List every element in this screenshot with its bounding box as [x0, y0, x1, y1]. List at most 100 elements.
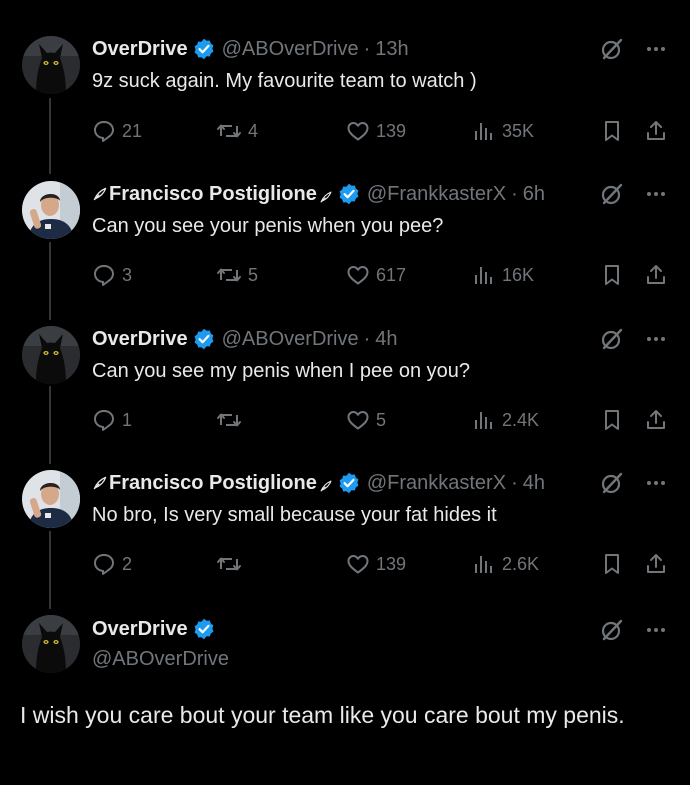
- share-button[interactable]: [644, 405, 668, 435]
- grok-icon[interactable]: [600, 327, 624, 351]
- bookmark-icon: [600, 119, 624, 143]
- like-icon: [346, 119, 370, 143]
- like-icon: [346, 263, 370, 287]
- retweet-icon: [216, 263, 242, 287]
- handle[interactable]: @FrankkasterX: [367, 472, 506, 495]
- share-icon: [644, 552, 668, 576]
- tweet-header: Francisco Postiglione @FrankkasterX · 4h: [92, 470, 545, 496]
- display-name[interactable]: OverDrive: [92, 618, 188, 641]
- views-button[interactable]: 2.6K: [472, 549, 539, 579]
- tweet[interactable]: OverDrive @ABOverDrive · 4h Can you see …: [0, 326, 690, 456]
- tweet[interactable]: OverDrive @ABOverDrive · 13h 9z suck aga…: [0, 36, 690, 166]
- grok-icon[interactable]: [600, 618, 624, 642]
- timestamp[interactable]: 4h: [523, 472, 545, 495]
- display-name[interactable]: OverDrive: [92, 38, 188, 61]
- avatar[interactable]: [22, 615, 80, 673]
- views-icon: [472, 408, 496, 432]
- avatar[interactable]: [22, 470, 80, 528]
- separator-dot: ·: [363, 37, 371, 60]
- tweet-top-icons: [600, 326, 668, 352]
- focused-tweet[interactable]: OverDrive @ABOverDrive I wish you care b…: [0, 615, 690, 785]
- separator-dot: ·: [363, 327, 371, 350]
- tweet-top-icons: [600, 36, 668, 62]
- tweet[interactable]: Francisco Postiglione @FrankkasterX · 4h…: [0, 470, 690, 600]
- grok-icon[interactable]: [600, 182, 624, 206]
- share-button[interactable]: [644, 260, 668, 290]
- bookmark-button[interactable]: [600, 549, 624, 579]
- bookmark-icon: [600, 552, 624, 576]
- separator-dot: ·: [511, 471, 518, 494]
- reply-button[interactable]: 21: [92, 116, 142, 146]
- like-count: 5: [376, 409, 387, 430]
- timestamp[interactable]: 13h: [375, 38, 408, 61]
- feather-emoji-icon: [92, 186, 108, 202]
- reply-button[interactable]: 1: [92, 405, 132, 435]
- share-icon: [644, 119, 668, 143]
- display-name[interactable]: Francisco Postiglione: [109, 183, 317, 206]
- views-count: 2.4K: [502, 409, 540, 430]
- views-button[interactable]: 35K: [472, 116, 534, 146]
- reply-icon: [92, 552, 116, 576]
- tweet-top-icons: [600, 181, 668, 207]
- bookmark-button[interactable]: [600, 260, 624, 290]
- reply-icon: [92, 119, 116, 143]
- person-avatar-image: [22, 470, 80, 528]
- more-icon[interactable]: [644, 182, 668, 206]
- timestamp[interactable]: 4h: [375, 328, 397, 351]
- tweet-text: Can you see your penis when you pee?: [92, 215, 444, 237]
- retweet-button[interactable]: 4: [216, 116, 258, 146]
- verified-badge-icon: [193, 618, 215, 640]
- retweet-icon: [216, 119, 242, 143]
- like-icon: [346, 408, 370, 432]
- share-icon: [644, 263, 668, 287]
- reply-button[interactable]: 3: [92, 260, 132, 290]
- timestamp[interactable]: 6h: [523, 183, 545, 206]
- views-icon: [472, 263, 496, 287]
- more-icon[interactable]: [644, 327, 668, 351]
- reply-count: 3: [122, 264, 133, 285]
- tweet[interactable]: Francisco Postiglione @FrankkasterX · 6h…: [0, 181, 690, 311]
- like-button[interactable]: 5: [346, 405, 386, 435]
- handle[interactable]: @ABOverDrive: [92, 648, 229, 671]
- verified-badge-icon: [193, 38, 215, 60]
- reply-button[interactable]: 2: [92, 549, 132, 579]
- conversation-thread: OverDrive @ABOverDrive · 13h 9z suck aga…: [0, 0, 690, 785]
- bookmark-button[interactable]: [600, 405, 624, 435]
- verified-badge-icon: [338, 472, 360, 494]
- like-button[interactable]: 139: [346, 549, 406, 579]
- grok-icon[interactable]: [600, 37, 624, 61]
- more-icon[interactable]: [644, 618, 668, 642]
- retweet-button[interactable]: [216, 405, 248, 435]
- share-button[interactable]: [644, 116, 668, 146]
- handle[interactable]: @FrankkasterX: [367, 183, 506, 206]
- avatar[interactable]: [22, 326, 80, 384]
- views-button[interactable]: 2.4K: [472, 405, 539, 435]
- handle[interactable]: @ABOverDrive: [222, 328, 359, 351]
- like-icon: [346, 552, 370, 576]
- like-button[interactable]: 139: [346, 116, 406, 146]
- retweet-button[interactable]: 5: [216, 260, 258, 290]
- person-avatar-image: [22, 181, 80, 239]
- avatar[interactable]: [22, 36, 80, 94]
- like-button[interactable]: 617: [346, 260, 406, 290]
- reply-icon: [92, 408, 116, 432]
- display-name[interactable]: OverDrive: [92, 328, 188, 351]
- more-icon[interactable]: [644, 471, 668, 495]
- like-count: 139: [376, 120, 407, 141]
- share-button[interactable]: [644, 549, 668, 579]
- cat-avatar-image: [22, 326, 80, 384]
- tweet-actions: 2 139 2.6K: [92, 549, 670, 579]
- tweet-text: Can you see my penis when I pee on you?: [92, 360, 471, 382]
- more-icon[interactable]: [644, 37, 668, 61]
- grok-icon[interactable]: [600, 471, 624, 495]
- like-count: 139: [376, 553, 407, 574]
- bookmark-button[interactable]: [600, 116, 624, 146]
- tweet-actions: 3 5 617 16K: [92, 260, 670, 290]
- views-button[interactable]: 16K: [472, 260, 534, 290]
- feather-emoji-icon: [319, 190, 333, 204]
- tweet-actions: 1 5 2.4K: [92, 405, 670, 435]
- display-name[interactable]: Francisco Postiglione: [109, 472, 317, 495]
- handle[interactable]: @ABOverDrive: [222, 38, 359, 61]
- avatar[interactable]: [22, 181, 80, 239]
- retweet-button[interactable]: [216, 549, 248, 579]
